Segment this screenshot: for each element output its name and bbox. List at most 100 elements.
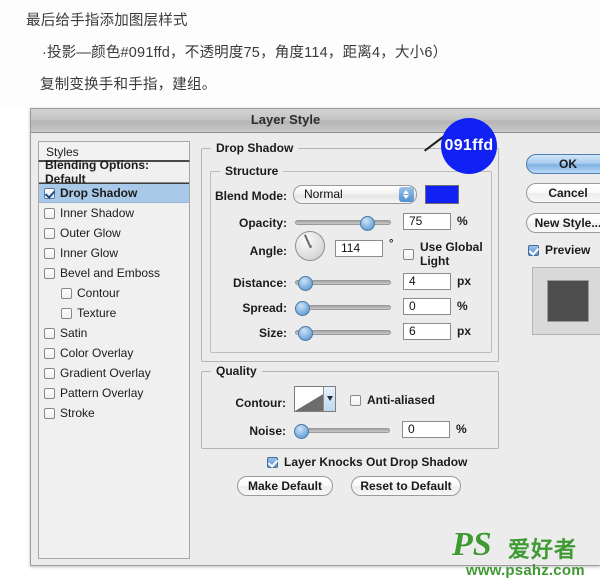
- styles-panel-header-label: Styles: [46, 145, 79, 159]
- watermark-logo: PS: [452, 526, 492, 563]
- sidebar-item-inner-glow[interactable]: Inner Glow: [39, 243, 189, 263]
- checkbox-layer-knocks-out[interactable]: [267, 456, 278, 468]
- checkbox-inner-shadow[interactable]: [44, 207, 55, 219]
- dialog-title: Layer Style: [250, 112, 321, 127]
- sidebar-item-label: Outer Glow: [60, 226, 121, 240]
- checkbox-gradient-overlay[interactable]: [44, 367, 55, 379]
- checkbox-drop-shadow[interactable]: [44, 187, 55, 199]
- checkbox-anti-aliased[interactable]: [350, 394, 361, 406]
- sidebar-item-label: Texture: [77, 306, 117, 320]
- dialog-action-column: OK Cancel New Style... Preview: [518, 139, 600, 559]
- distance-input[interactable]: 4: [403, 273, 451, 290]
- distance-slider-thumb[interactable]: [298, 276, 313, 291]
- angle-dial[interactable]: [295, 231, 325, 261]
- cancel-button[interactable]: Cancel: [526, 183, 600, 203]
- styles-panel: Styles Blending Options: Default Drop Sh…: [38, 141, 190, 559]
- sidebar-item-inner-shadow[interactable]: Inner Shadow: [39, 203, 189, 223]
- shadow-color-swatch[interactable]: [425, 185, 459, 204]
- sidebar-item-label: Inner Shadow: [60, 206, 135, 220]
- checkbox-texture[interactable]: [61, 307, 72, 319]
- blend-mode-label: Blend Mode:: [215, 189, 287, 203]
- opacity-slider-thumb[interactable]: [360, 216, 375, 231]
- layer-knocks-out-label: Layer Knocks Out Drop Shadow: [284, 455, 468, 469]
- spread-input[interactable]: 0: [403, 298, 451, 315]
- sidebar-item-color-overlay[interactable]: Color Overlay: [39, 343, 189, 363]
- preview-row[interactable]: Preview: [528, 243, 590, 257]
- opacity-unit: %: [457, 214, 468, 228]
- tutorial-line-2: ·投影—颜色#091ffd，不透明度75，角度114，距离4，大小6）: [42, 45, 448, 61]
- opacity-label: Opacity:: [238, 216, 287, 230]
- size-slider[interactable]: [295, 326, 391, 341]
- dialog-titlebar[interactable]: Layer Style: [31, 109, 600, 133]
- sidebar-item-label: Satin: [60, 326, 88, 340]
- sidebar-item-label: Stroke: [60, 406, 95, 420]
- sidebar-item-texture[interactable]: Texture: [39, 303, 189, 323]
- sidebar-item-label: Pattern Overlay: [60, 386, 144, 400]
- sidebar-item-outer-glow[interactable]: Outer Glow: [39, 223, 189, 243]
- preview-label: Preview: [545, 243, 591, 257]
- checkbox-outer-glow[interactable]: [44, 227, 55, 239]
- chevron-down-icon[interactable]: [323, 387, 335, 411]
- opacity-slider[interactable]: [295, 216, 391, 231]
- dialog-body: Styles Blending Options: Default Drop Sh…: [31, 133, 600, 565]
- drop-shadow-group-title: Drop Shadow: [211, 141, 299, 155]
- reset-to-default-button[interactable]: Reset to Default: [351, 476, 461, 496]
- sidebar-item-label: Contour: [77, 286, 120, 300]
- spread-slider[interactable]: [295, 301, 391, 316]
- contour-preset-picker[interactable]: [294, 386, 336, 412]
- blend-mode-select[interactable]: Normal: [293, 185, 417, 204]
- spread-slider-thumb[interactable]: [295, 301, 310, 316]
- noise-input[interactable]: 0: [402, 421, 450, 438]
- tutorial-text-block: 最后给手指添加图层样式 ·投影—颜色#091ffd，不透明度75，角度114，距…: [0, 0, 600, 108]
- sidebar-item-bevel-and-emboss[interactable]: Bevel and Emboss: [39, 263, 189, 283]
- new-style-button[interactable]: New Style...: [526, 213, 600, 233]
- sidebar-item-satin[interactable]: Satin: [39, 323, 189, 343]
- sidebar-item-drop-shadow[interactable]: Drop Shadow: [39, 183, 189, 203]
- anti-aliased-row[interactable]: Anti-aliased: [350, 393, 435, 407]
- opacity-input[interactable]: 75: [403, 213, 451, 230]
- noise-unit: %: [456, 422, 467, 436]
- noise-label: Noise:: [249, 424, 286, 438]
- sidebar-item-label: Inner Glow: [60, 246, 119, 260]
- angle-unit: °: [389, 238, 394, 250]
- tutorial-line-1: 最后给手指添加图层样式: [26, 13, 188, 29]
- spread-unit: %: [457, 299, 468, 313]
- sidebar-item-label: Color Overlay: [60, 346, 134, 360]
- checkbox-inner-glow[interactable]: [44, 247, 55, 259]
- sidebar-item-pattern-overlay[interactable]: Pattern Overlay: [39, 383, 189, 403]
- chevron-updown-icon: [399, 187, 414, 202]
- checkbox-preview[interactable]: [528, 244, 539, 256]
- distance-slider[interactable]: [295, 276, 391, 291]
- checkbox-satin[interactable]: [44, 327, 55, 339]
- angle-hub: [308, 244, 312, 248]
- watermark-logo-cn: 爱好者: [508, 537, 578, 562]
- layer-knocks-out-row[interactable]: Layer Knocks Out Drop Shadow: [267, 455, 467, 469]
- sidebar-item-blending-options[interactable]: Blending Options: Default: [39, 158, 189, 186]
- use-global-light-row[interactable]: Use Global Light: [403, 240, 491, 268]
- size-label: Size:: [258, 326, 287, 340]
- noise-slider[interactable]: [294, 424, 390, 439]
- checkbox-pattern-overlay[interactable]: [44, 387, 55, 399]
- size-unit: px: [457, 324, 472, 338]
- sidebar-item-gradient-overlay[interactable]: Gradient Overlay: [39, 363, 189, 383]
- sidebar-item-label: Blending Options: Default: [45, 158, 149, 186]
- tutorial-line-3: 复制变换手和手指，建组。: [40, 77, 217, 93]
- angle-input[interactable]: 114: [335, 240, 383, 257]
- noise-slider-thumb[interactable]: [294, 424, 309, 439]
- drop-shadow-settings: Drop Shadow Structure Blend Mode: Normal…: [201, 139, 501, 559]
- size-slider-thumb[interactable]: [298, 326, 313, 341]
- distance-label: Distance:: [232, 276, 287, 290]
- sidebar-item-stroke[interactable]: Stroke: [39, 403, 189, 423]
- sidebar-item-contour[interactable]: Contour: [39, 283, 189, 303]
- checkbox-stroke[interactable]: [44, 407, 55, 419]
- checkbox-color-overlay[interactable]: [44, 347, 55, 359]
- styles-list[interactable]: Blending Options: Default Drop Shadow In…: [38, 158, 190, 559]
- checkbox-bevel-and-emboss[interactable]: [44, 267, 55, 279]
- make-default-button[interactable]: Make Default: [237, 476, 333, 496]
- checkbox-use-global-light[interactable]: [403, 248, 414, 260]
- drop-shadow-group: Drop Shadow Structure Blend Mode: Normal…: [201, 141, 499, 362]
- ok-button[interactable]: OK: [526, 154, 600, 174]
- size-input[interactable]: 6: [403, 323, 451, 340]
- quality-group-title: Quality: [211, 364, 262, 378]
- checkbox-contour[interactable]: [61, 287, 72, 299]
